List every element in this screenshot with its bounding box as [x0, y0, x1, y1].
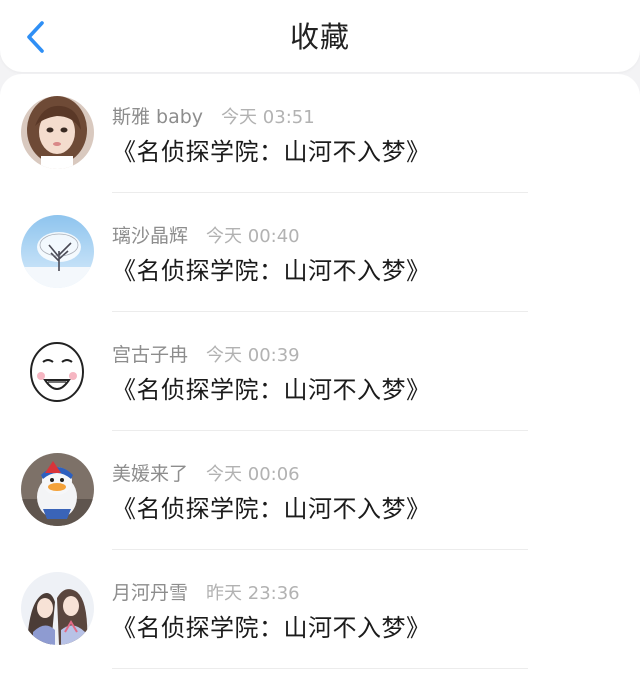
item-message: 《名侦探学院：山河不入梦》	[112, 376, 431, 404]
timestamp: 昨天 23:36	[206, 583, 300, 604]
item-message: 《名侦探学院：山河不入梦》	[112, 495, 431, 523]
list-item[interactable]: 璃沙晶辉 今天 00:40 《名侦探学院：山河不入梦》	[0, 193, 640, 312]
item-message: 《名侦探学院：山河不入梦》	[112, 138, 431, 166]
list-item[interactable]: 宫古子冉 今天 00:39 《名侦探学院：山河不入梦》	[0, 312, 640, 431]
user-name: 月河丹雪	[112, 582, 189, 604]
item-meta: 月河丹雪 昨天 23:36	[112, 578, 300, 605]
favorites-list: 斯雅 baby 今天 03:51 《名侦探学院：山河不入梦》 璃沙晶辉 今天 0…	[0, 74, 640, 682]
list-item[interactable]: 斯雅 baby 今天 03:51 《名侦探学院：山河不入梦》	[0, 74, 640, 193]
item-meta: 斯雅 baby 今天 03:51	[112, 102, 315, 129]
timestamp: 今天 03:51	[221, 107, 315, 128]
avatar[interactable]	[21, 334, 94, 407]
page-title: 收藏	[289, 20, 350, 54]
top-bar: 收藏	[0, 0, 640, 72]
avatar[interactable]	[21, 453, 94, 526]
user-name: 斯雅 baby	[112, 106, 204, 128]
timestamp: 今天 00:06	[206, 464, 300, 485]
list-item[interactable]: 月河丹雪 昨天 23:36 《名侦探学院：山河不入梦》	[0, 550, 640, 669]
divider	[112, 668, 528, 669]
avatar[interactable]	[21, 96, 94, 169]
item-message: 《名侦探学院：山河不入梦》	[112, 257, 431, 285]
user-name: 美媛来了	[112, 463, 189, 485]
item-meta: 宫古子冉 今天 00:39	[112, 340, 300, 367]
timestamp: 今天 00:40	[206, 226, 300, 247]
user-name: 璃沙晶辉	[112, 225, 189, 247]
item-message: 《名侦探学院：山河不入梦》	[112, 614, 431, 642]
timestamp: 今天 00:39	[206, 345, 300, 366]
item-meta: 美媛来了 今天 00:06	[112, 459, 300, 486]
item-meta: 璃沙晶辉 今天 00:40	[112, 221, 300, 248]
list-item[interactable]: 美媛来了 今天 00:06 《名侦探学院：山河不入梦》	[0, 431, 640, 550]
avatar[interactable]	[21, 215, 94, 288]
avatar[interactable]	[21, 572, 94, 645]
user-name: 宫古子冉	[112, 344, 189, 366]
